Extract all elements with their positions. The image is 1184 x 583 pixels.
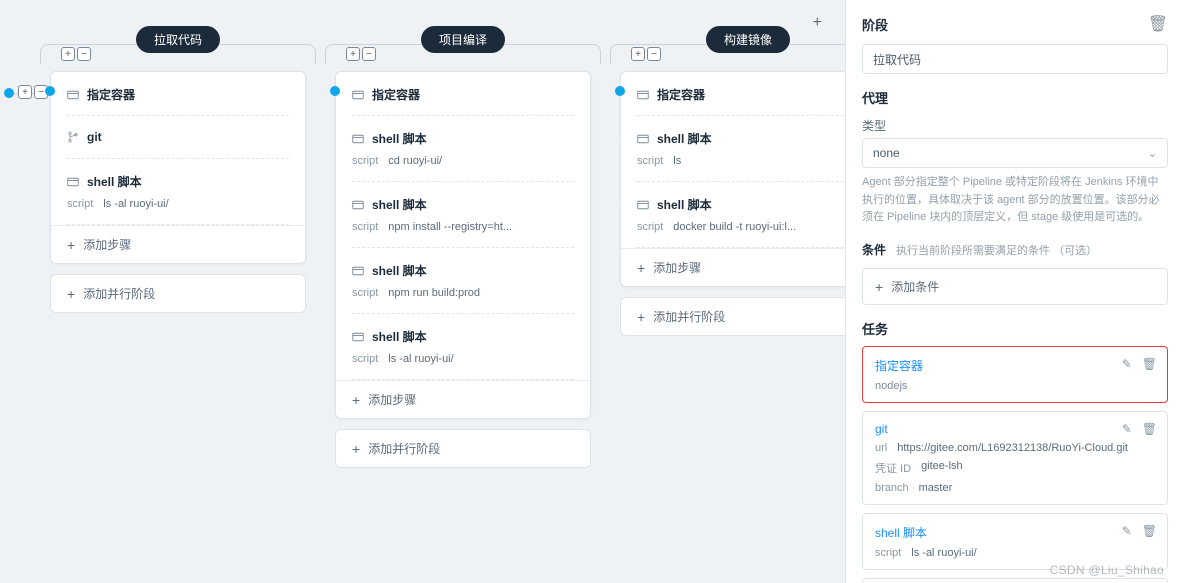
stage-pill[interactable]: 构建镜像: [706, 26, 790, 53]
stage-card: +−指定容器shell 脚本scriptcd ruoyi-ui/shell 脚本…: [335, 71, 591, 419]
add-node-icon[interactable]: +: [631, 47, 645, 61]
agent-type-value: none: [873, 146, 900, 160]
trash-icon[interactable]: 🗑: [1142, 422, 1157, 436]
node-dot: [330, 86, 340, 96]
task-item[interactable]: shell 脚本scriptls -al ruoyi-ui/✎🗑: [862, 513, 1168, 570]
add-step-button[interactable]: +添加步骤: [51, 225, 305, 263]
add-node-icon[interactable]: +: [18, 85, 32, 99]
pipeline-step[interactable]: shell 脚本scriptls -al ruoyi-ui/: [67, 159, 289, 225]
task-item[interactable]: giturlhttps://gitee.com/L1692312138/RuoY…: [862, 411, 1168, 505]
pipeline-step[interactable]: git: [67, 116, 289, 159]
edit-icon[interactable]: ✎: [1122, 357, 1132, 371]
add-node-icon[interactable]: +: [346, 47, 360, 61]
add-parallel-stage-button[interactable]: +添加并行阶段: [620, 297, 845, 336]
add-step-button[interactable]: +添加步骤: [336, 380, 590, 418]
add-parallel-stage-button[interactable]: +添加并行阶段: [50, 274, 306, 313]
add-nested-step-button[interactable]: + 添加嵌套步骤: [862, 578, 1168, 583]
edit-icon[interactable]: ✎: [1122, 422, 1132, 436]
watermark: CSDN @Liu_Shihao: [1050, 563, 1164, 577]
remove-node-icon[interactable]: −: [362, 47, 376, 61]
node-dot: [45, 86, 55, 96]
card-header: 指定容器: [67, 86, 289, 116]
section-stage-heading: 阶段: [862, 15, 888, 34]
card-header: 指定容器: [637, 86, 845, 116]
trash-icon[interactable]: 🗑: [1142, 524, 1157, 538]
stage-name-input[interactable]: [862, 44, 1168, 74]
trash-icon[interactable]: 🗑: [1142, 357, 1157, 371]
task-title: 指定容器: [875, 357, 1155, 374]
task-item[interactable]: 指定容器nodejs✎🗑: [862, 346, 1168, 403]
pipeline-step[interactable]: shell 脚本scriptls: [637, 116, 845, 182]
remove-node-icon[interactable]: −: [647, 47, 661, 61]
task-title: shell 脚本: [875, 524, 1155, 541]
chevron-down-icon: ⌄: [1148, 147, 1157, 160]
add-condition-button[interactable]: + 添加条件: [862, 268, 1168, 305]
edit-icon[interactable]: ✎: [1122, 524, 1132, 538]
agent-type-label: 类型: [862, 117, 1168, 134]
task-title: git: [875, 422, 1155, 436]
stage-pill[interactable]: 项目编译: [421, 26, 505, 53]
stage-card: +−指定容器shell 脚本scriptlsshell 脚本scriptdock…: [620, 71, 845, 287]
add-parallel-stage-button[interactable]: +添加并行阶段: [335, 429, 591, 468]
pipeline-step[interactable]: shell 脚本scriptcd ruoyi-ui/: [352, 116, 574, 182]
trash-icon[interactable]: 🗑: [1148, 14, 1168, 34]
pipeline-step[interactable]: shell 脚本scriptdocker build -t ruoyi-ui:l…: [637, 182, 845, 248]
pipeline-step[interactable]: shell 脚本scriptnpm install --registry=ht.…: [352, 182, 574, 248]
remove-node-icon[interactable]: −: [77, 47, 91, 61]
section-tasks-heading: 任务: [862, 319, 1168, 338]
agent-type-select[interactable]: none ⌄: [862, 138, 1168, 168]
stage-pill[interactable]: 拉取代码: [136, 26, 220, 53]
section-cond-heading: 条件: [862, 241, 886, 258]
add-step-button[interactable]: +添加步骤: [621, 248, 845, 286]
start-node-dot: [4, 88, 14, 98]
sidebar-panel: 阶段 🗑 代理 类型 none ⌄ Agent 部分指定整个 Pipeline …: [845, 0, 1184, 583]
add-node-icon[interactable]: +: [61, 47, 75, 61]
section-agent-heading: 代理: [862, 88, 1168, 107]
pipeline-step[interactable]: shell 脚本scriptnpm run build:prod: [352, 248, 574, 314]
card-header: 指定容器: [352, 86, 574, 116]
pipeline-step[interactable]: shell 脚本scriptls -al ruoyi-ui/: [352, 314, 574, 380]
pipeline-canvas: + − + 拉取代码+−指定容器gitshell 脚本scriptls -al …: [0, 0, 845, 583]
cond-help-text: 执行当前阶段所需要满足的条件 （可选）: [896, 243, 1097, 261]
node-dot: [615, 86, 625, 96]
agent-help-text: Agent 部分指定整个 Pipeline 或特定阶段将在 Jenkins 环境…: [862, 174, 1168, 227]
plus-icon: +: [875, 279, 883, 295]
stage-card: +−指定容器gitshell 脚本scriptls -al ruoyi-ui/+…: [50, 71, 306, 264]
